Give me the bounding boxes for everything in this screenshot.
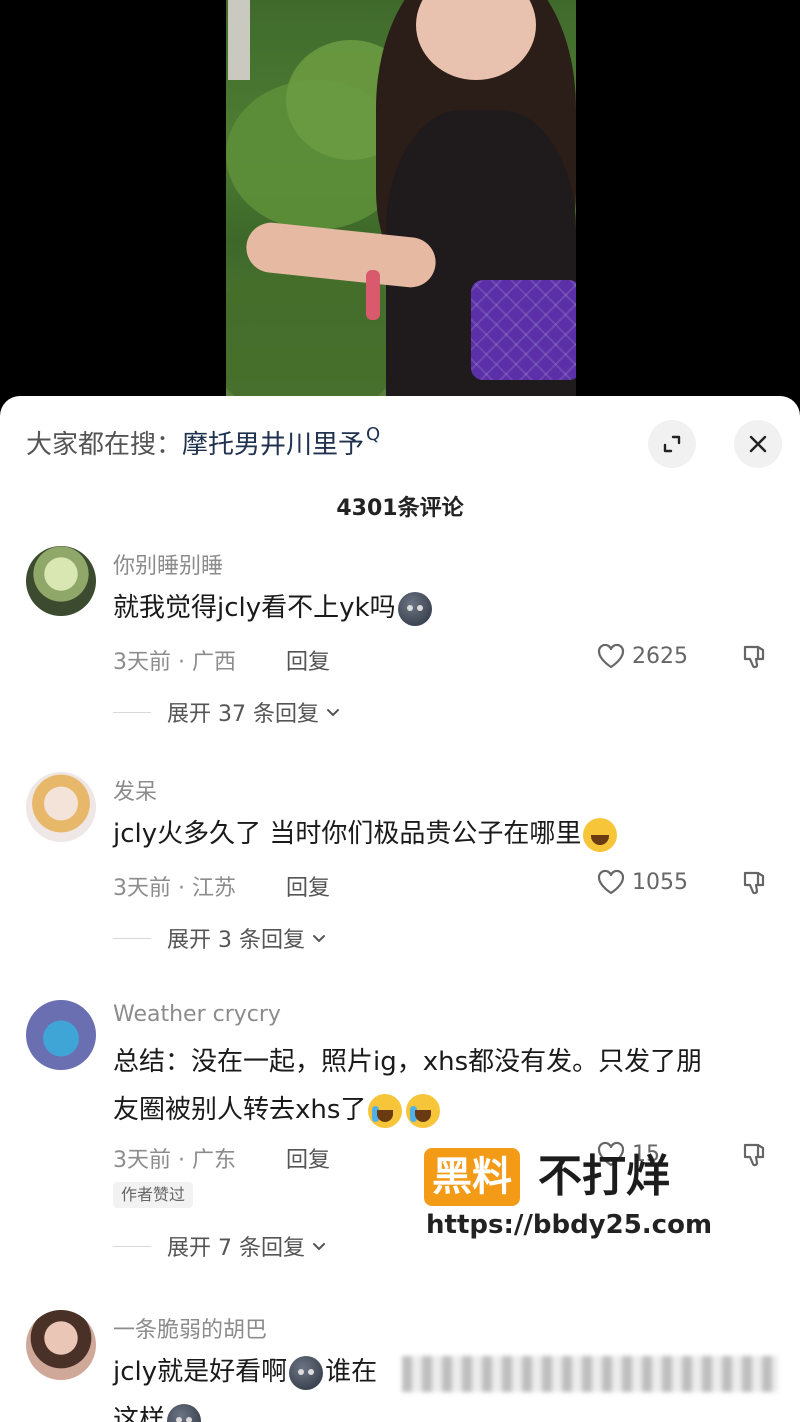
laughing-tears-emoji	[583, 817, 618, 852]
expand-replies-button[interactable]: 展开 37 条回复	[113, 696, 341, 728]
comment-text-content: 就我觉得jcly看不上yk吗	[113, 593, 396, 623]
comment-item: 发呆 jcly火多久了 当时你们极品贵公子在哪里 3天前 · 江苏 回复 105…	[0, 772, 800, 954]
close-button[interactable]	[734, 420, 782, 468]
comment-meta: 3天前 · 江苏	[113, 876, 236, 901]
video-player[interactable]	[0, 0, 800, 400]
comment-text-line: 友圈被别人转去xhs了	[113, 1086, 763, 1134]
like-button[interactable]: 1055	[596, 868, 688, 896]
comment-count: 4301条评论	[336, 496, 464, 521]
trending-search-term[interactable]: 摩托男井川里予	[182, 424, 364, 461]
search-icon: Q	[366, 423, 381, 445]
comment-text-content: 这样	[113, 1405, 166, 1422]
avatar[interactable]	[26, 772, 96, 842]
avatar[interactable]	[26, 546, 96, 616]
comment-username[interactable]: 一条脆弱的胡巴	[113, 1312, 267, 1344]
chevron-down-icon	[326, 709, 339, 717]
chevron-down-icon	[312, 1243, 325, 1251]
comment-text: jcly火多久了 当时你们极品贵公子在哪里	[113, 810, 763, 858]
grey-blob-emoji	[289, 1355, 324, 1390]
comment-text-line: 总结：没在一起，照片ig，xhs都没有发。只发了朋	[113, 1047, 703, 1077]
expand-replies-label: 展开 37 条回复	[167, 702, 319, 727]
like-count: 1055	[632, 869, 688, 895]
heart-icon	[597, 643, 625, 669]
watermark-logo-text: 不打烊	[538, 1151, 670, 1202]
expand-icon	[663, 435, 681, 453]
dislike-button[interactable]	[740, 642, 770, 676]
comment-text-content: 友圈被别人转去xhs了	[113, 1095, 367, 1125]
comment-meta: 3天前 · 广东	[113, 1148, 236, 1173]
crying-laughing-emoji	[368, 1093, 403, 1128]
comment-username[interactable]: 发呆	[113, 774, 157, 806]
divider	[113, 937, 151, 939]
comment-text-content: jcly就是好看啊	[113, 1357, 288, 1387]
comment-text: 总结：没在一起，照片ig，xhs都没有发。只发了朋 友圈被别人转去xhs了	[113, 1038, 763, 1134]
thumbs-down-icon	[743, 871, 765, 895]
like-count: 2625	[632, 643, 688, 669]
expand-button[interactable]	[648, 420, 696, 468]
dislike-button[interactable]	[740, 1140, 770, 1174]
avatar[interactable]	[26, 1000, 96, 1070]
avatar[interactable]	[26, 1310, 96, 1380]
comment-item: 你别睡别睡 就我觉得jcly看不上yk吗 3天前 · 广西 回复 2625 展开…	[0, 546, 800, 728]
comment-text: 就我觉得jcly看不上yk吗	[113, 584, 763, 632]
comment-text-content: jcly火多久了 当时你们极品贵公子在哪里	[113, 819, 582, 849]
watermark-logo-box: 黑料	[424, 1148, 520, 1206]
pixelated-text-overlay	[402, 1356, 778, 1392]
heart-icon	[597, 869, 625, 895]
reply-button[interactable]: 回复	[286, 870, 330, 902]
watermark-blur-overlay	[396, 1238, 800, 1422]
expand-replies-button[interactable]: 展开 7 条回复	[113, 1230, 327, 1262]
comment-username[interactable]: Weather crycry	[113, 1002, 281, 1027]
grey-blob-emoji	[167, 1403, 202, 1422]
author-liked-badge: 作者赞过	[113, 1182, 194, 1208]
like-button[interactable]: 2625	[596, 642, 688, 670]
reply-button[interactable]: 回复	[286, 1142, 330, 1174]
trending-search[interactable]: 大家都在搜： 摩托男井川里予 Q	[26, 422, 380, 462]
comment-meta: 3天前 · 广西	[113, 650, 236, 675]
thumbs-down-icon	[743, 645, 765, 669]
thumbs-down-icon	[743, 1143, 765, 1167]
chevron-down-icon	[312, 935, 325, 943]
expand-replies-label: 展开 7 条回复	[167, 1236, 305, 1261]
expand-replies-label: 展开 3 条回复	[167, 928, 305, 953]
dislike-button[interactable]	[740, 868, 770, 902]
trending-search-prefix: 大家都在搜：	[26, 429, 183, 460]
comment-text-content: 谁在	[325, 1357, 378, 1387]
reply-button[interactable]: 回复	[286, 644, 330, 676]
divider	[113, 1245, 151, 1247]
video-frame-image	[226, 0, 576, 400]
divider	[113, 711, 151, 713]
expand-replies-button[interactable]: 展开 3 条回复	[113, 922, 327, 954]
watermark-url: https://bbdy25.com	[426, 1210, 713, 1240]
comment-username[interactable]: 你别睡别睡	[113, 548, 223, 580]
crying-laughing-emoji	[406, 1093, 441, 1128]
watermark: 黑料 不打烊 https://bbdy25.com	[424, 1148, 714, 1240]
close-icon	[749, 435, 767, 453]
grey-blob-emoji	[397, 591, 432, 626]
